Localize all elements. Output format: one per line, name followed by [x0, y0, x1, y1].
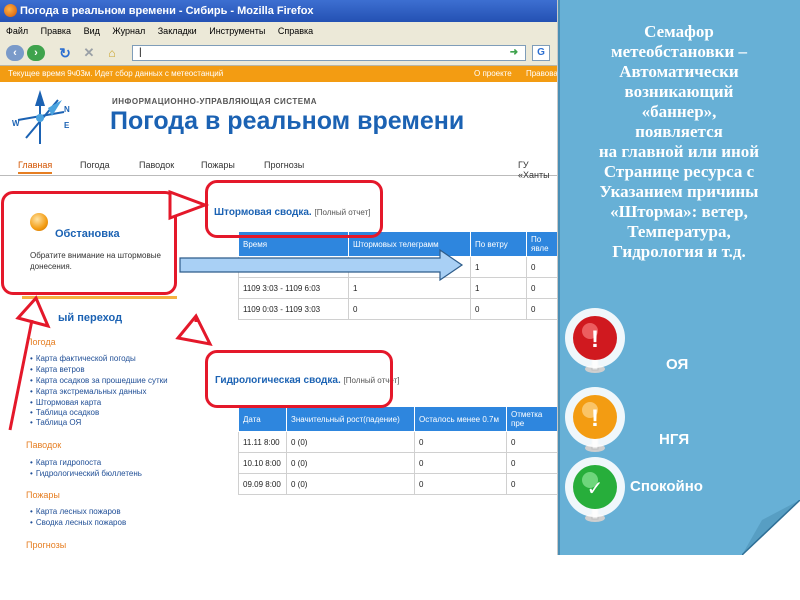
- green-light-icon: ✓: [565, 457, 625, 522]
- panel-line: метеобстановки –: [610, 42, 748, 61]
- svg-text:!: !: [591, 326, 599, 353]
- panel-line: появляется: [635, 122, 723, 141]
- svg-text:✓: ✓: [587, 476, 604, 500]
- annotation-arrows: [8, 189, 464, 431]
- svg-text:!: !: [591, 405, 599, 432]
- panel-line: Странице ресурса с: [603, 162, 755, 181]
- ngya-label: НГЯ: [659, 431, 690, 448]
- oya-label: ОЯ: [666, 356, 689, 373]
- page-curl-decoration: [742, 500, 800, 555]
- arrow-up-right: [175, 313, 213, 347]
- panel-line: Автоматически: [619, 62, 739, 81]
- arrow-to-table: [179, 248, 464, 282]
- panel-line: Указанием причины: [599, 182, 759, 201]
- red-light-icon: !: [565, 308, 625, 373]
- panel-line: «баннер»,: [641, 102, 717, 121]
- panel-line: «Шторма»: ветер,: [610, 202, 748, 221]
- panel-line: на главной или иной: [598, 142, 760, 161]
- panel-line: возникающий: [624, 82, 734, 101]
- panel-description: Семафор метеобстановки – Автоматически в…: [560, 22, 798, 262]
- slide: Погода в реальном времени - Сибирь - Moz…: [0, 0, 800, 600]
- panel-line: Температура,: [627, 222, 731, 241]
- calm-label: Спокойно: [630, 478, 703, 495]
- panel-line: Гидрология и т.д.: [612, 242, 746, 261]
- arrow-to-storm: [168, 189, 210, 221]
- amber-light-icon: !: [565, 387, 625, 452]
- panel-line: Семафор: [644, 22, 714, 41]
- arrow-up-left: [8, 295, 51, 431]
